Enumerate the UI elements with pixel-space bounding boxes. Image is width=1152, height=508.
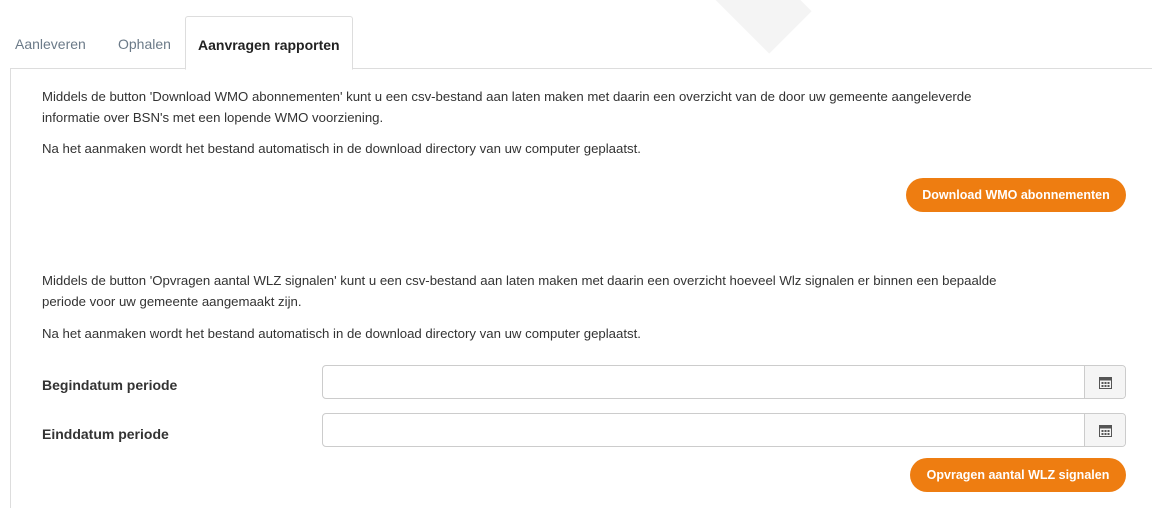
tab-aanleveren[interactable]: Aanleveren [15,16,86,68]
end-date-input[interactable] [323,414,1084,446]
wlz-description-line2: periode voor uw gemeente aangemaakt zijn… [42,294,302,309]
tab-aanvragen-rapporten[interactable]: Aanvragen rapporten [185,16,353,70]
wmo-description-line1: Middels de button 'Download WMO abonneme… [42,89,972,104]
start-date-group [322,365,1126,399]
calendar-icon [1098,376,1112,389]
end-date-group [322,413,1126,447]
wmo-note: Na het aanmaken wordt het bestand automa… [42,141,641,156]
request-wlz-signals-button[interactable]: Opvragen aantal WLZ signalen [910,458,1126,492]
calendar-icon [1098,424,1112,437]
wlz-description-line1: Middels de button 'Opvragen aantal WLZ s… [42,273,997,288]
end-date-label: Einddatum periode [42,426,169,442]
start-date-input[interactable] [323,366,1084,398]
download-wmo-button[interactable]: Download WMO abonnementen [906,178,1126,212]
wmo-description-line2: informatie over BSN's met een lopende WM… [42,110,384,125]
tab-ophalen[interactable]: Ophalen [118,16,171,68]
end-date-calendar-button[interactable] [1084,414,1125,446]
start-date-calendar-button[interactable] [1084,366,1125,398]
start-date-label: Begindatum periode [42,377,178,393]
tab-bar: Aanleveren Ophalen Aanvragen rapporten [10,16,1152,70]
wlz-note: Na het aanmaken wordt het bestand automa… [42,326,641,341]
